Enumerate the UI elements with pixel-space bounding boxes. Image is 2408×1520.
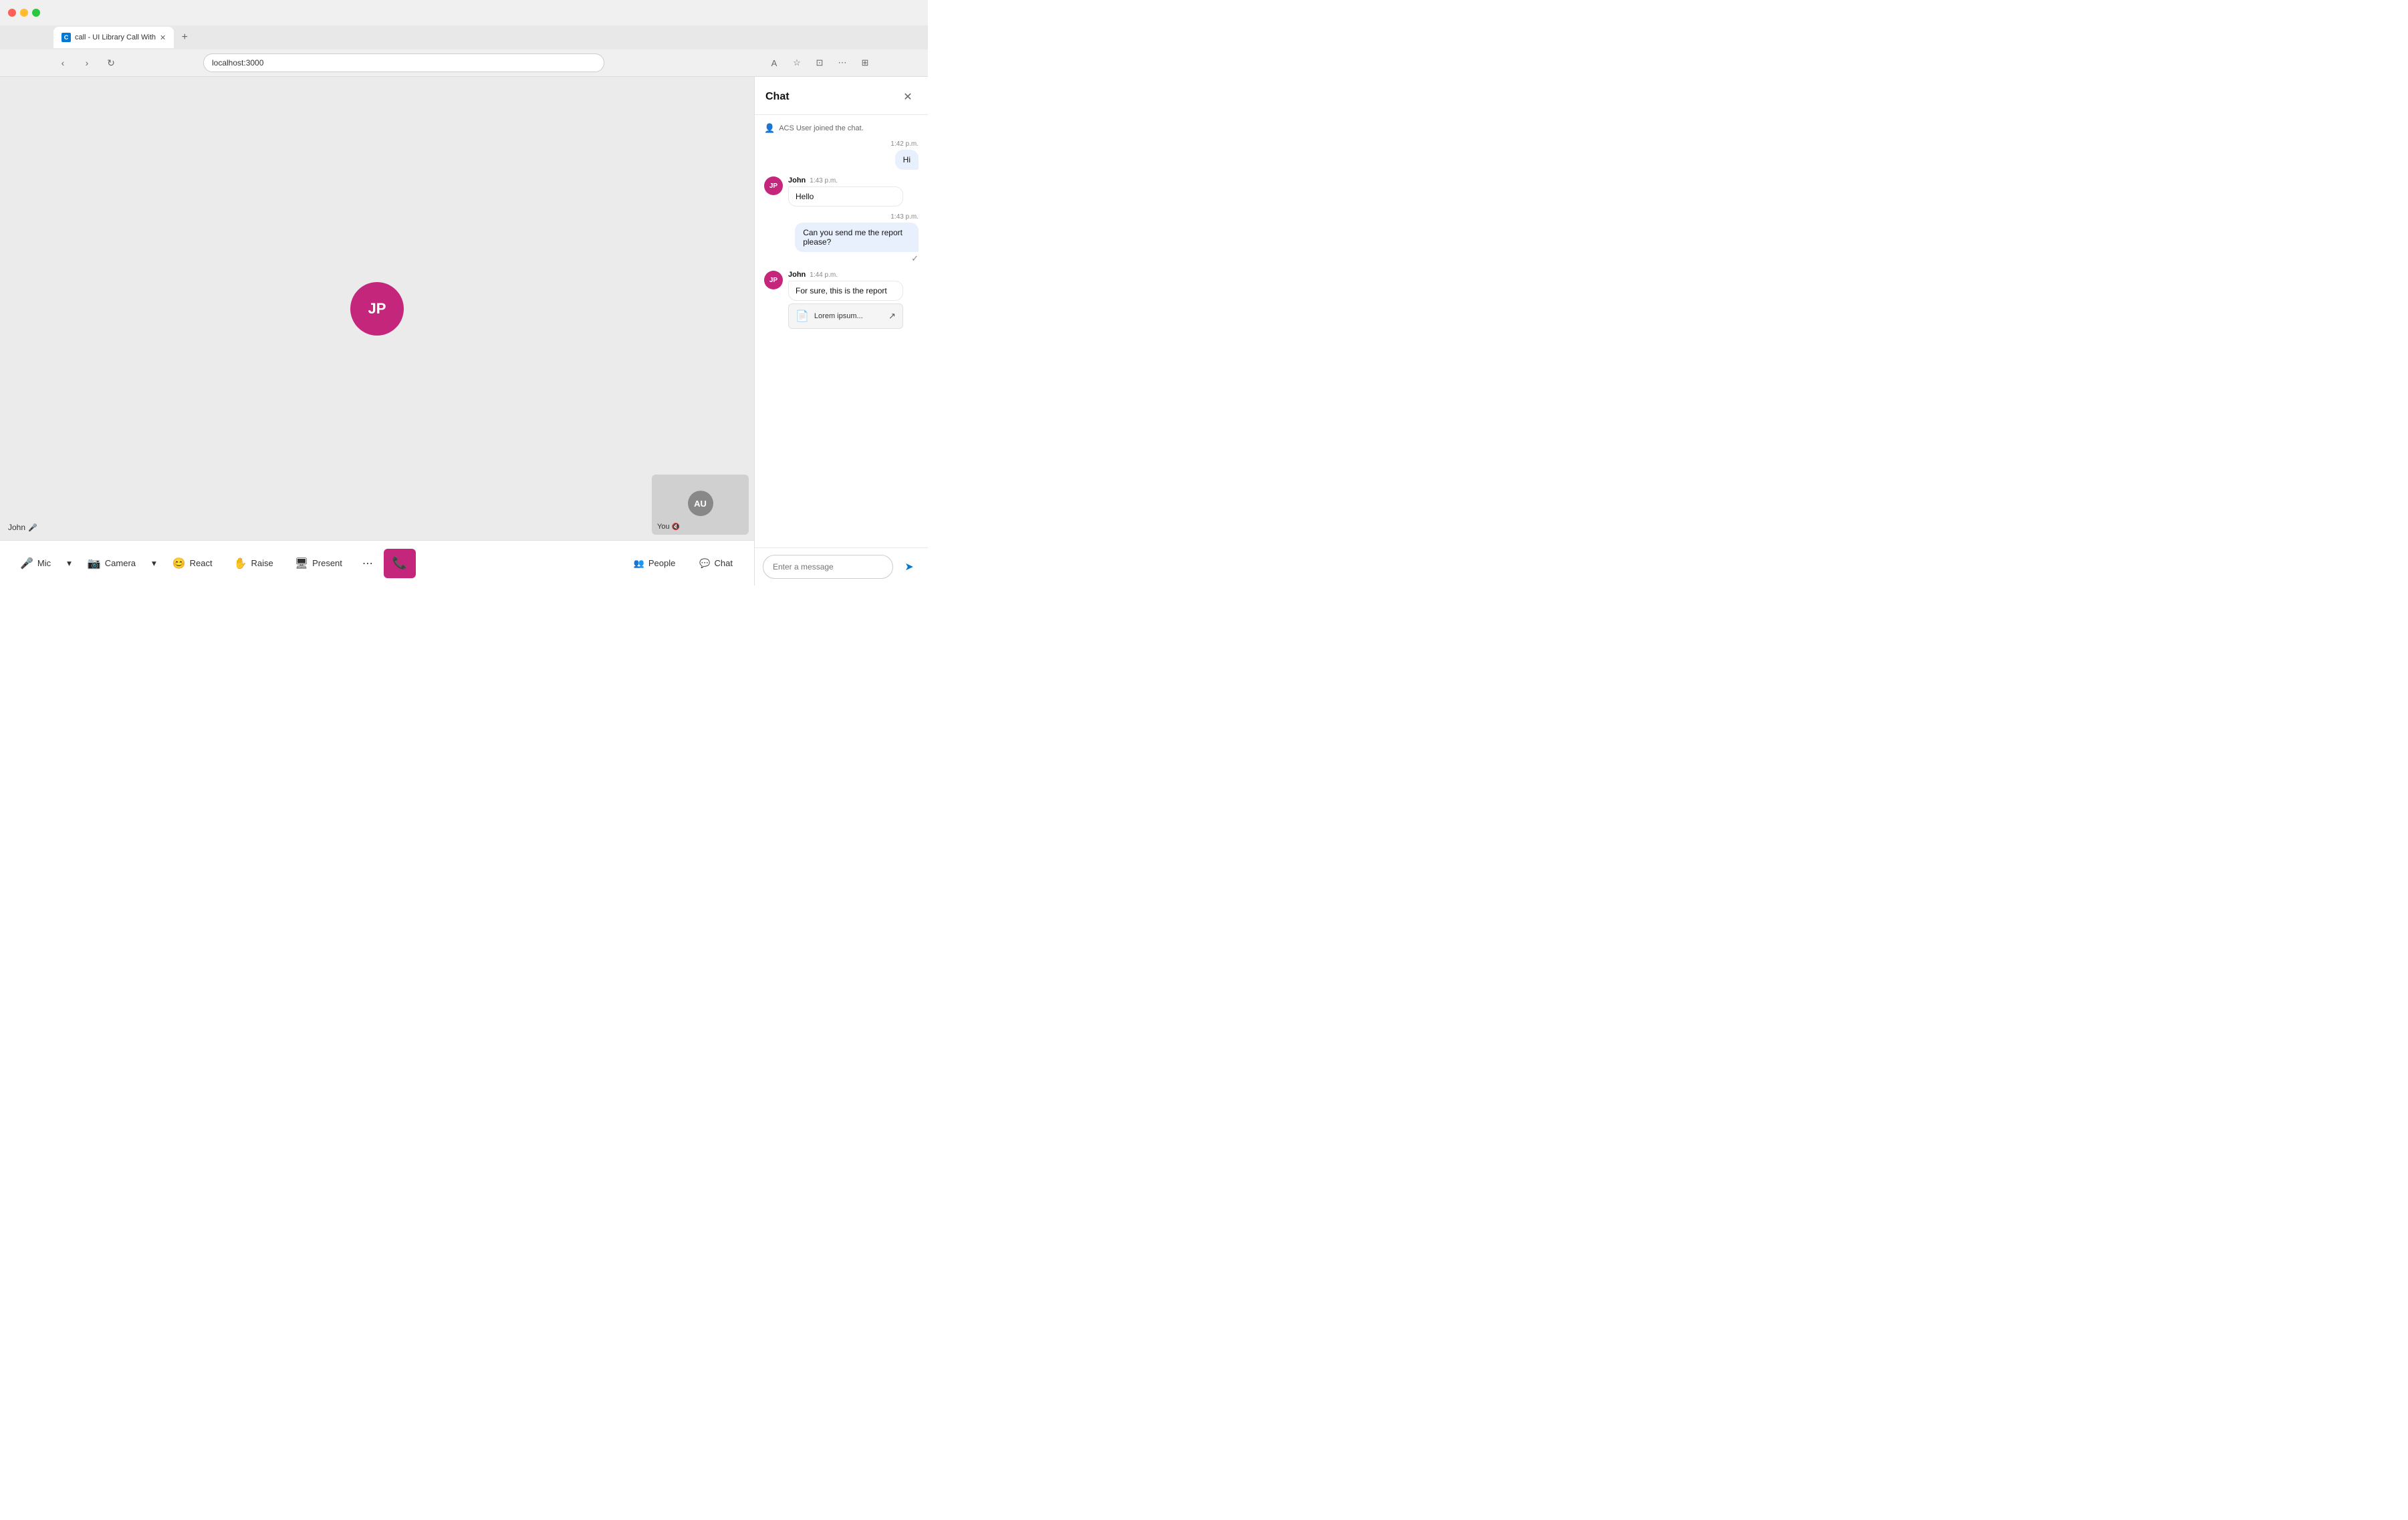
extensions-icon[interactable]: ⊞ [856, 53, 874, 72]
translate-icon[interactable]: A [765, 53, 784, 72]
react-button[interactable]: 😊 React [163, 549, 222, 578]
tab-favicon: C [62, 33, 71, 42]
close-window-button[interactable] [8, 9, 16, 17]
msg-sender: John [788, 271, 806, 279]
muted-icon: 🎤 [28, 523, 37, 532]
camera-chevron-icon: ▾ [152, 558, 156, 569]
sender-avatar: JP [764, 176, 783, 195]
url-text: localhost:3000 [212, 58, 263, 68]
msg-bubble: Can you send me the report please? [795, 223, 919, 252]
present-button[interactable]: 🖥 Present [285, 549, 352, 578]
message-outgoing-2: 1:43 p.m. Can you send me the report ple… [795, 213, 919, 264]
system-icon: 👤 [764, 123, 775, 134]
chat-messages: 👤 ACS User joined the chat. 1:42 p.m. Hi… [755, 115, 928, 547]
tab-close-button[interactable]: ✕ [160, 33, 166, 42]
message-outgoing-1: 1:42 p.m. Hi [890, 140, 919, 170]
raise-icon: ✋ [234, 557, 247, 570]
chat-input-area: ➤ [755, 547, 928, 586]
call-area: JP John 🎤 AU You 🔇 🎤 Mic [0, 77, 754, 586]
reload-button[interactable]: ↻ [102, 53, 120, 72]
message-input[interactable] [763, 555, 893, 579]
tab-title: call - UI Library Call With [75, 33, 156, 41]
msg-bubble: Hi [895, 150, 919, 170]
send-button[interactable]: ➤ [898, 556, 920, 578]
mic-button[interactable]: 🎤 Mic [11, 549, 60, 578]
sent-indicator: ✓ [911, 253, 919, 264]
send-icon: ➤ [905, 560, 913, 574]
self-label: You 🔇 [657, 523, 680, 531]
chat-close-button[interactable]: ✕ [898, 88, 917, 106]
react-icon: 😊 [172, 557, 186, 570]
present-icon: 🖥 [295, 557, 308, 570]
msg-time: 1:43 p.m. [810, 177, 838, 184]
self-muted-icon: 🔇 [672, 523, 680, 531]
minimize-window-button[interactable] [20, 9, 28, 17]
system-message: 👤 ACS User joined the chat. [764, 123, 919, 134]
sender-avatar: JP [764, 271, 783, 289]
chat-header: Chat ✕ [755, 77, 928, 115]
file-open-button[interactable]: ↗ [888, 311, 896, 322]
participant-name: John [8, 523, 25, 532]
msg-sender: John [788, 176, 806, 184]
chat-title: Chat [765, 91, 790, 103]
camera-button[interactable]: 📷 Camera [78, 549, 145, 578]
forward-button[interactable]: › [78, 53, 96, 72]
present-label: Present [312, 558, 342, 568]
people-button[interactable]: 👥 People [623, 549, 687, 578]
camera-label: Camera [105, 558, 136, 568]
people-label: People [648, 558, 675, 568]
system-message-text: ACS User joined the chat. [779, 124, 864, 132]
window-controls [8, 9, 40, 17]
back-button[interactable]: ‹ [53, 53, 72, 72]
self-view: AU You 🔇 [652, 475, 749, 535]
camera-chevron-button[interactable]: ▾ [148, 549, 160, 578]
bottom-right-controls: 👥 People 💬 Chat [623, 549, 743, 578]
controls-bar: 🎤 Mic ▾ 📷 Camera ▾ 😊 React ✋ Raise [0, 540, 754, 586]
browser-tab[interactable]: C call - UI Library Call With ✕ [53, 27, 174, 48]
self-label-text: You [657, 523, 670, 531]
message-incoming-2: JP John 1:44 p.m. For sure, this is the … [764, 271, 903, 329]
more-icon: ⋯ [362, 558, 373, 569]
more-button[interactable]: ⋯ [354, 549, 381, 578]
new-tab-button[interactable]: + [176, 29, 193, 45]
maximize-window-button[interactable] [32, 9, 40, 17]
mic-icon: 🎤 [20, 557, 33, 570]
chat-icon: 💬 [699, 558, 710, 569]
participant-initials: JP [368, 300, 386, 318]
msg-time: 1:44 p.m. [810, 271, 838, 279]
participant-name-label: John 🎤 [8, 523, 37, 532]
chat-panel: Chat ✕ 👤 ACS User joined the chat. 1:42 … [754, 77, 928, 586]
participant-avatar: JP [350, 282, 404, 336]
address-bar[interactable]: localhost:3000 [203, 53, 604, 72]
browser-chrome: C call - UI Library Call With ✕ + ‹ › ↻ … [0, 0, 928, 77]
raise-label: Raise [251, 558, 273, 568]
file-icon: 📄 [796, 309, 809, 323]
file-name: Lorem ipsum... [814, 312, 883, 320]
self-avatar: AU [688, 491, 713, 516]
file-attachment: 📄 Lorem ipsum... ↗ [788, 303, 903, 329]
end-call-icon: 📞 [392, 556, 407, 570]
self-initials: AU [694, 499, 707, 509]
mic-chevron-button[interactable]: ▾ [63, 549, 76, 578]
split-view-icon[interactable]: ⊡ [810, 53, 829, 72]
message-incoming-1: JP John 1:43 p.m. Hello [764, 176, 903, 207]
chat-button[interactable]: 💬 Chat [689, 549, 743, 578]
people-icon: 👥 [634, 558, 644, 569]
bookmark-icon[interactable]: ☆ [788, 53, 806, 72]
more-options-icon[interactable]: ⋯ [833, 53, 852, 72]
mic-chevron-icon: ▾ [67, 558, 72, 569]
raise-button[interactable]: ✋ Raise [225, 549, 283, 578]
camera-icon: 📷 [88, 557, 101, 570]
msg-text: Hello [788, 186, 903, 207]
msg-time: 1:42 p.m. [890, 140, 919, 148]
msg-time: 1:43 p.m. [890, 213, 919, 221]
end-call-button[interactable]: 📞 [384, 549, 416, 578]
msg-text: For sure, this is the report [788, 281, 903, 301]
chat-label: Chat [715, 558, 733, 568]
call-main: JP John 🎤 AU You 🔇 [0, 77, 754, 540]
react-label: React [190, 558, 213, 568]
mic-label: Mic [37, 558, 51, 568]
app-container: JP John 🎤 AU You 🔇 🎤 Mic [0, 77, 928, 586]
